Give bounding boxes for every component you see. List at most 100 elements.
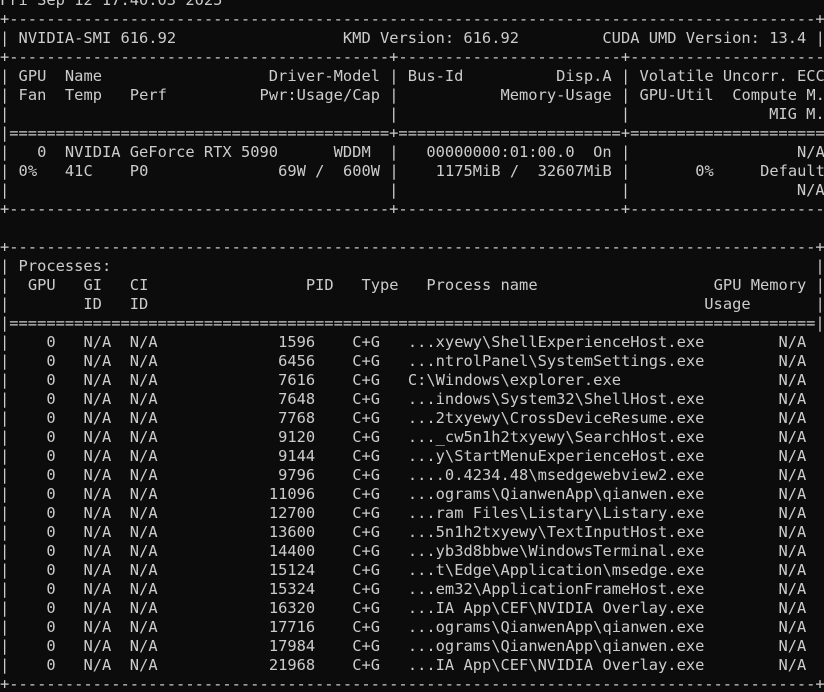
gpu-name: NVIDIA GeForce RTX 5090 xyxy=(64,143,279,161)
proc-gpu-memory: N/A xyxy=(778,637,807,655)
proc-gi: N/A xyxy=(83,485,112,503)
proc-type: C+G xyxy=(352,637,381,655)
proc-gpu-memory: N/A xyxy=(778,485,807,503)
proc-name: ...indows\System32\ShellHost.exe xyxy=(407,390,705,408)
proc-type: C+G xyxy=(352,618,381,636)
cuda-label: CUDA UMD Version: xyxy=(602,29,760,47)
proc-col-process-name: Process name xyxy=(426,276,538,294)
proc-name: ...ograms\QianwenApp\qianwen.exe xyxy=(407,637,705,655)
proc-gi: N/A xyxy=(83,390,112,408)
proc-pid: 13600 xyxy=(268,523,316,541)
proc-ci: N/A xyxy=(129,637,158,655)
proc-col-usage: Usage xyxy=(704,295,751,313)
proc-gi: N/A xyxy=(83,637,112,655)
proc-gpu: 0 xyxy=(46,333,56,351)
col-gpu-util: GPU-Util xyxy=(639,86,714,104)
gpu-ecc: N/A xyxy=(797,143,824,161)
proc-gpu: 0 xyxy=(46,504,56,522)
proc-type: C+G xyxy=(352,428,381,446)
proc-gpu-memory: N/A xyxy=(778,542,807,560)
proc-ci: N/A xyxy=(129,504,158,522)
col-bus-id: Bus-Id xyxy=(407,67,464,85)
gpu-mig-mode: N/A xyxy=(796,181,824,199)
gpu-fan: 0% xyxy=(18,162,38,180)
col-pwr: Pwr:Usage/Cap xyxy=(259,86,381,104)
proc-gi: N/A xyxy=(83,409,112,427)
proc-ci: N/A xyxy=(129,371,158,389)
gpu-disp-a: On xyxy=(593,143,612,161)
proc-name: ...ograms\QianwenApp\qianwen.exe xyxy=(407,485,705,503)
col-name: Name xyxy=(64,67,102,85)
proc-name: ...yb3d8bbwe\WindowsTerminal.exe xyxy=(407,542,705,560)
proc-name: ...y\StartMenuExperienceHost.exe xyxy=(407,447,705,465)
proc-type: C+G xyxy=(352,485,381,503)
proc-pid: 16320 xyxy=(268,599,316,617)
gpu-index: 0 xyxy=(37,143,47,161)
gpu-pwr-cap: 600W xyxy=(342,162,381,180)
proc-type: C+G xyxy=(352,580,381,598)
proc-gi: N/A xyxy=(83,352,112,370)
gpu-compute-mode: Default xyxy=(760,162,824,180)
col-ecc: Volatile Uncorr. ECC xyxy=(639,67,824,85)
proc-name: ...IA App\CEF\NVIDIA Overlay.exe xyxy=(407,599,705,617)
proc-ci: N/A xyxy=(129,352,158,370)
proc-col-gi: GI xyxy=(83,276,102,294)
proc-gpu: 0 xyxy=(46,485,56,503)
proc-gpu-memory: N/A xyxy=(778,371,807,389)
proc-name: ...5n1h2txyewy\TextInputHost.exe xyxy=(407,523,705,541)
proc-col-ci: CI xyxy=(129,276,149,294)
proc-gpu-memory: N/A xyxy=(778,580,807,598)
proc-name: ...ograms\QianwenApp\qianwen.exe xyxy=(407,618,705,636)
proc-gpu-memory: N/A xyxy=(778,561,807,579)
proc-ci: N/A xyxy=(129,656,158,674)
proc-pid: 6456 xyxy=(278,352,316,370)
proc-gi: N/A xyxy=(83,447,112,465)
col-disp-a: Disp.A xyxy=(556,67,612,85)
proc-pid: 12700 xyxy=(268,504,316,522)
proc-pid: 11096 xyxy=(268,485,316,503)
proc-ci: N/A xyxy=(129,580,158,598)
gpu-bus-id: 00000000:01:00.0 xyxy=(426,143,575,161)
proc-type: C+G xyxy=(352,542,381,560)
proc-col-type: Type xyxy=(361,276,399,294)
cuda-version: 13.4 xyxy=(769,29,807,47)
proc-ci: N/A xyxy=(129,599,158,617)
proc-gpu-memory: N/A xyxy=(778,390,807,408)
proc-col-gpu: GPU xyxy=(27,276,56,294)
proc-gpu-memory: N/A xyxy=(778,447,807,465)
proc-gpu: 0 xyxy=(46,428,56,446)
proc-pid: 9144 xyxy=(278,447,316,465)
kmd-version: 616.92 xyxy=(463,29,519,47)
proc-pid: 17716 xyxy=(268,618,316,636)
proc-gpu-memory: N/A xyxy=(778,352,807,370)
proc-gi: N/A xyxy=(83,599,112,617)
proc-gi: N/A xyxy=(83,580,112,598)
proc-gpu-memory: N/A xyxy=(778,523,807,541)
proc-gi: N/A xyxy=(83,618,112,636)
proc-gpu: 0 xyxy=(46,352,56,370)
proc-name: ..._cw5n1h2txyewy\SearchHost.exe xyxy=(407,428,705,446)
gpu-util: 0% xyxy=(695,162,714,180)
proc-type: C+G xyxy=(352,371,381,389)
proc-gi: N/A xyxy=(83,523,112,541)
terminal-window[interactable]: Fri Sep 12 17:40:03 2025 +--------------… xyxy=(0,0,824,692)
proc-gpu: 0 xyxy=(46,409,56,427)
proc-gi: N/A xyxy=(83,561,112,579)
proc-gpu: 0 xyxy=(46,371,56,389)
proc-pid: 15324 xyxy=(268,580,316,598)
nvidia-smi-output: Fri Sep 12 17:40:03 2025 +--------------… xyxy=(0,0,824,692)
proc-pid: 7616 xyxy=(278,371,316,389)
proc-col-gpu-memory: GPU Memory xyxy=(713,276,807,294)
gpu-perf: P0 xyxy=(129,162,149,180)
proc-gi: N/A xyxy=(83,333,112,351)
proc-type: C+G xyxy=(352,504,381,522)
proc-pid: 21968 xyxy=(268,656,316,674)
proc-type: C+G xyxy=(352,447,381,465)
proc-gi: N/A xyxy=(83,371,112,389)
proc-pid: 1596 xyxy=(278,333,316,351)
proc-gpu-memory: N/A xyxy=(778,409,807,427)
proc-type: C+G xyxy=(352,390,381,408)
proc-gpu-memory: N/A xyxy=(778,599,807,617)
gpu-temp: 41C xyxy=(64,162,93,180)
proc-name: ...2txyewy\CrossDeviceResume.exe xyxy=(407,409,705,427)
